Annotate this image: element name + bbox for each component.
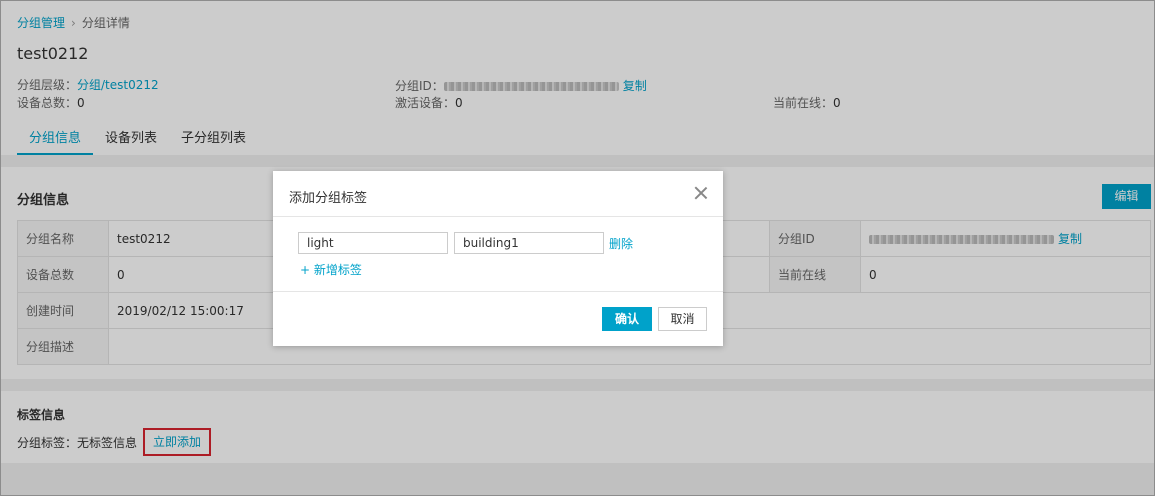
confirm-button[interactable]: 确认 xyxy=(602,307,652,331)
delete-tag-button[interactable]: 删除 xyxy=(609,235,633,252)
page: 分组管理 › 分组详情 test0212 分组层级：分组/test0212 分组ID… xyxy=(0,0,1155,496)
cancel-button[interactable]: 取消 xyxy=(658,307,707,331)
add-tag-button[interactable]: + 新增标签 xyxy=(300,261,362,278)
close-icon[interactable] xyxy=(693,185,709,201)
tag-value-input[interactable] xyxy=(454,232,604,254)
tag-key-input[interactable] xyxy=(298,232,448,254)
dialog-footer: 确认 取消 xyxy=(273,291,723,346)
dialog-title: 添加分组标签 xyxy=(289,191,368,206)
dialog-header: 添加分组标签 xyxy=(273,171,723,217)
add-tag-dialog: 添加分组标签 删除 + 新增标签 确认 取消 xyxy=(273,171,723,346)
